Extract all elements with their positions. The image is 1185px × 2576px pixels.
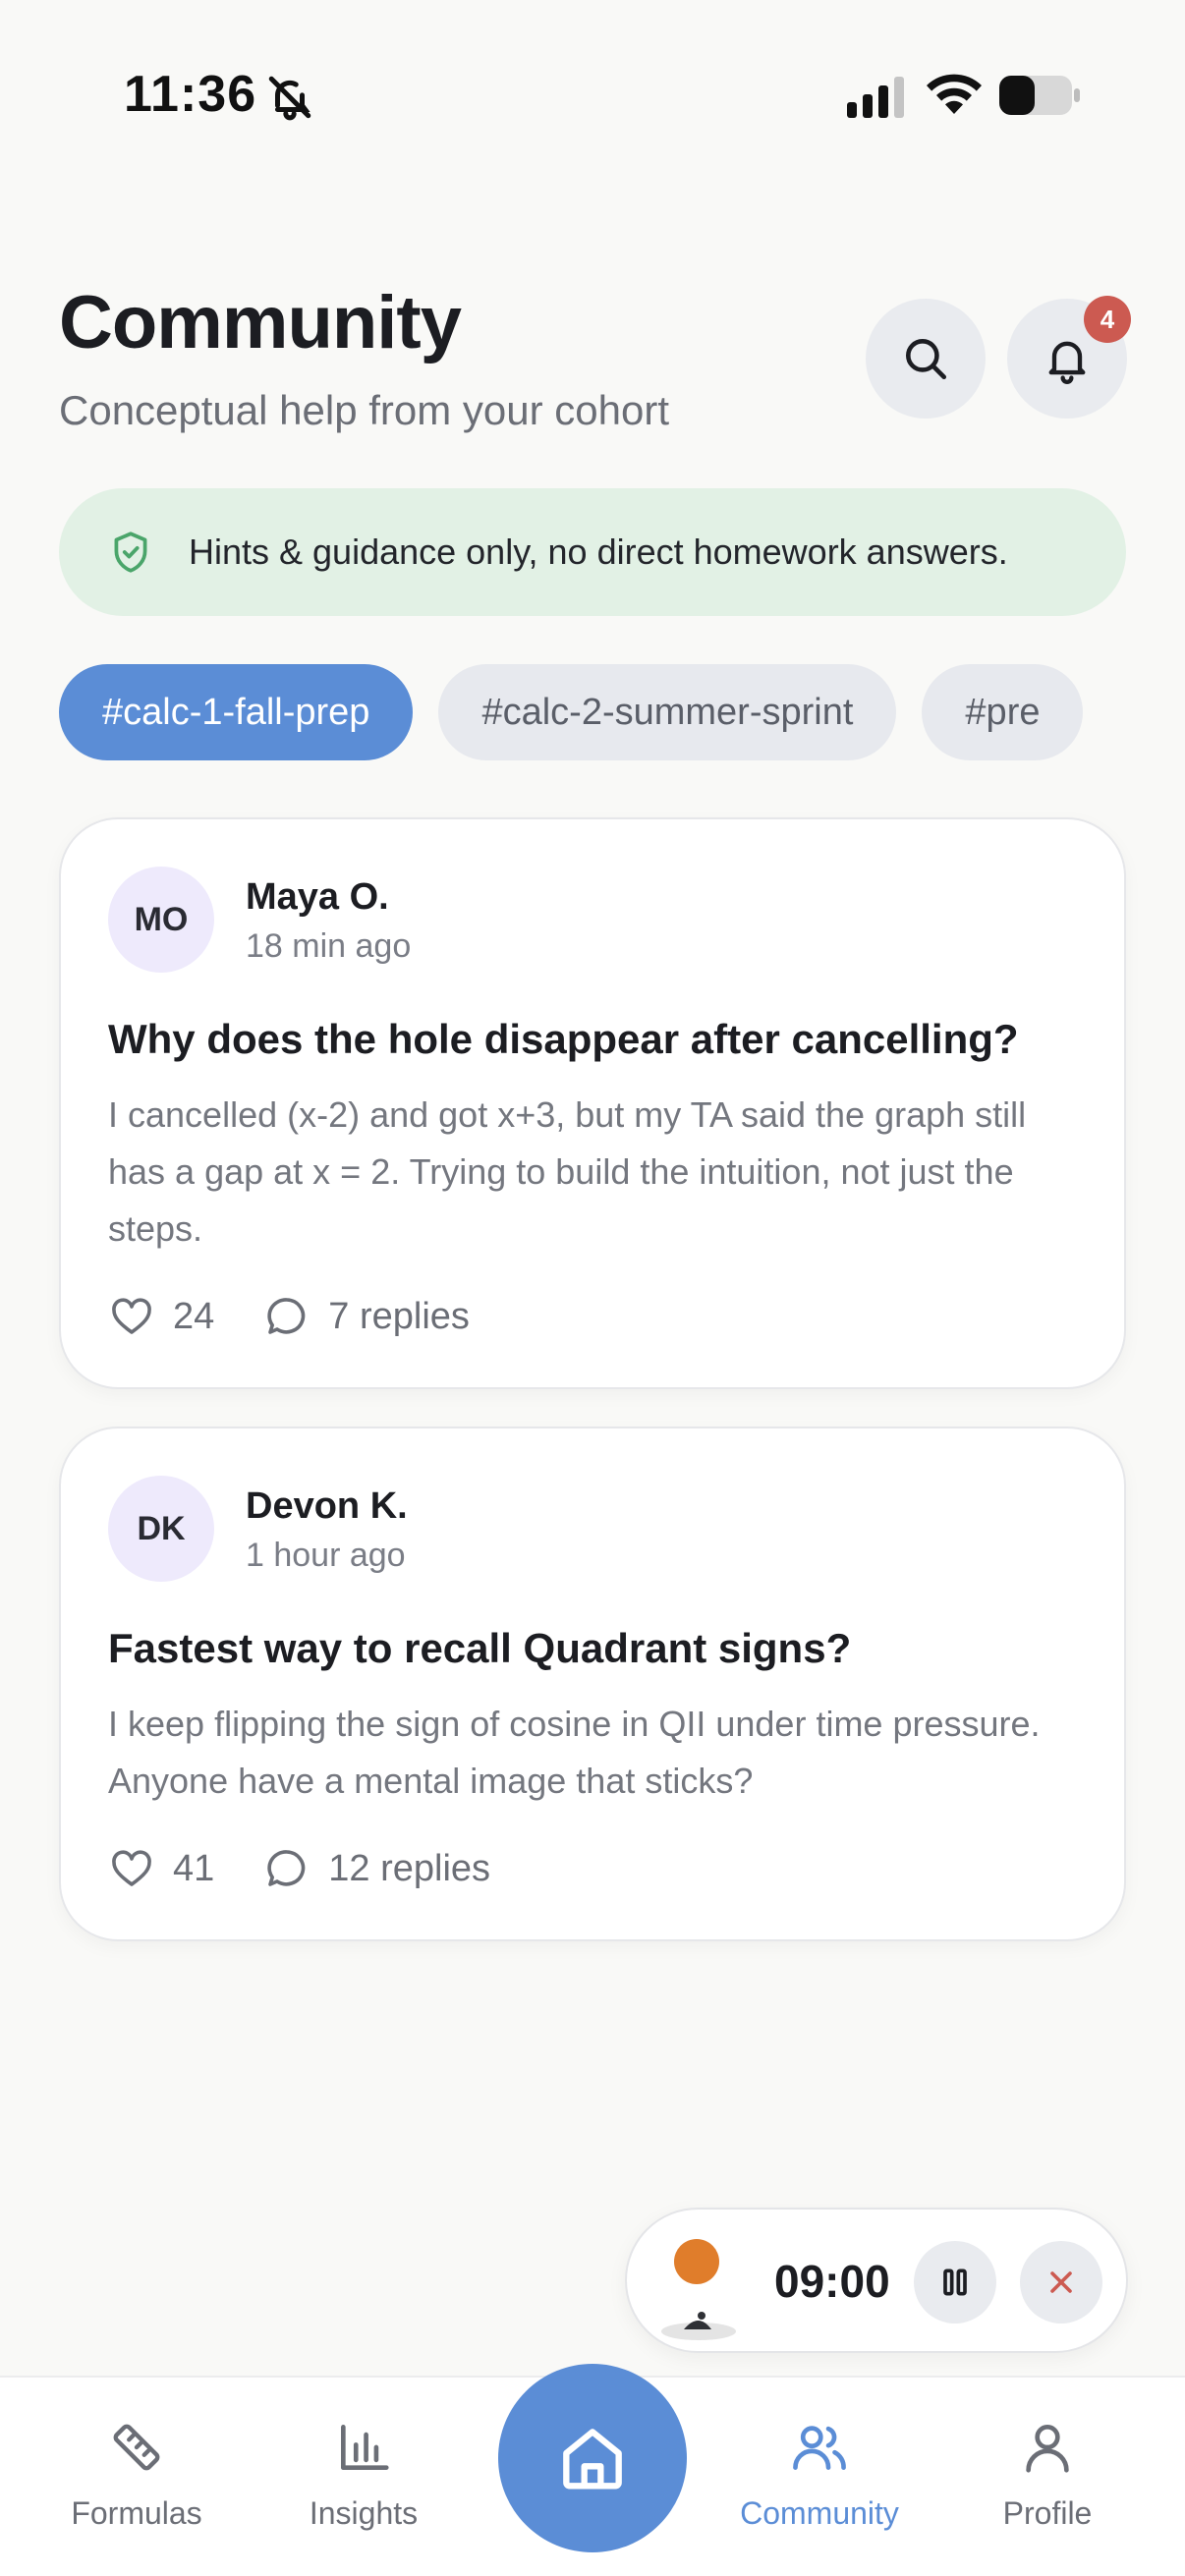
users-icon [793, 2426, 846, 2470]
replies-button[interactable]: 12 replies [263, 1845, 490, 1892]
ruler-icon [113, 2424, 160, 2471]
search-button[interactable] [866, 299, 986, 419]
home-button[interactable] [498, 2364, 687, 2552]
post-time: 18 min ago [246, 927, 412, 965]
guidance-text: Hints & guidance only, no direct homewor… [189, 532, 1008, 572]
user-icon [1026, 2425, 1069, 2473]
notification-badge: 4 [1084, 296, 1131, 343]
nav-profile-label: Profile [1002, 2495, 1093, 2531]
nav-profile[interactable]: Profile [949, 2417, 1146, 2532]
close-icon [1050, 2271, 1072, 2293]
post-body: I cancelled (x-2) and got x+3, but my TA… [108, 1094, 1027, 1249]
comment-icon [267, 1298, 306, 1334]
avatar: DK [108, 1476, 214, 1582]
heart-icon [112, 1298, 151, 1334]
shield-check-icon [114, 532, 147, 573]
post-author: Devon K. [246, 1485, 408, 1527]
channel-chips: #calc-1-fall-prep #calc-2-summer-sprint … [59, 664, 1126, 760]
chip-calc-2-summer-sprint[interactable]: #calc-2-summer-sprint [438, 664, 897, 760]
nav-community[interactable]: Community [721, 2417, 918, 2532]
replies-button[interactable]: 7 replies [263, 1293, 470, 1340]
nav-insights[interactable]: Insights [265, 2417, 462, 2532]
post-author: Maya O. [246, 876, 389, 918]
bell-icon [1048, 341, 1086, 384]
like-button[interactable]: 41 [108, 1845, 214, 1892]
heart-icon [112, 1850, 151, 1886]
focus-timer: 09:00 [625, 2208, 1128, 2353]
chip-calc-1-fall-prep[interactable]: #calc-1-fall-prep [59, 664, 414, 760]
comment-icon [267, 1850, 306, 1886]
home-icon [563, 2429, 622, 2490]
reply-count: 12 replies [328, 1847, 491, 1889]
chip-pre[interactable]: #pre [922, 664, 1084, 760]
like-count: 24 [173, 1295, 215, 1337]
avatar: MO [108, 867, 214, 973]
post-card[interactable]: MO Maya O. 18 min ago Why does the hole … [59, 817, 1126, 1389]
post-title: Fastest way to recall Quadrant signs? [108, 1625, 852, 1671]
page-subtitle: Conceptual help from your cohort [59, 387, 669, 433]
nav-formulas-label: Formulas [71, 2495, 202, 2531]
like-button[interactable]: 24 [108, 1293, 214, 1340]
post-meta: 41 12 replies [108, 1845, 490, 1892]
post-meta: 24 7 replies [108, 1293, 470, 1340]
guidance-banner: Hints & guidance only, no direct homewor… [59, 488, 1126, 616]
battery-icon [999, 76, 1080, 115]
wifi-icon [927, 74, 982, 114]
pause-icon [943, 2268, 967, 2296]
status-time: 11:36 [124, 66, 257, 123]
meditation-figure-icon [661, 2312, 736, 2340]
nav-community-label: Community [740, 2495, 899, 2531]
close-timer-button[interactable] [1020, 2241, 1102, 2324]
post-time: 1 hour ago [246, 1537, 406, 1574]
sun-icon [674, 2239, 719, 2284]
bell-off-icon [268, 76, 311, 121]
nav-insights-label: Insights [309, 2495, 419, 2531]
pause-button[interactable] [914, 2241, 996, 2324]
reply-count: 7 replies [328, 1295, 470, 1337]
post-title: Why does the hole disappear after cancel… [108, 1016, 1019, 1062]
page-title: Community [59, 281, 462, 364]
bar-chart-icon [341, 2425, 389, 2470]
post-card[interactable]: DK Devon K. 1 hour ago Fastest way to re… [59, 1427, 1126, 1941]
timer-time: 09:00 [774, 2256, 890, 2307]
nav-formulas[interactable]: Formulas [38, 2417, 235, 2532]
post-body: I keep flipping the sign of cosine in QI… [108, 1704, 1041, 1801]
search-icon [906, 339, 947, 380]
like-count: 41 [173, 1847, 215, 1889]
cellular-signal-icon [847, 77, 904, 118]
